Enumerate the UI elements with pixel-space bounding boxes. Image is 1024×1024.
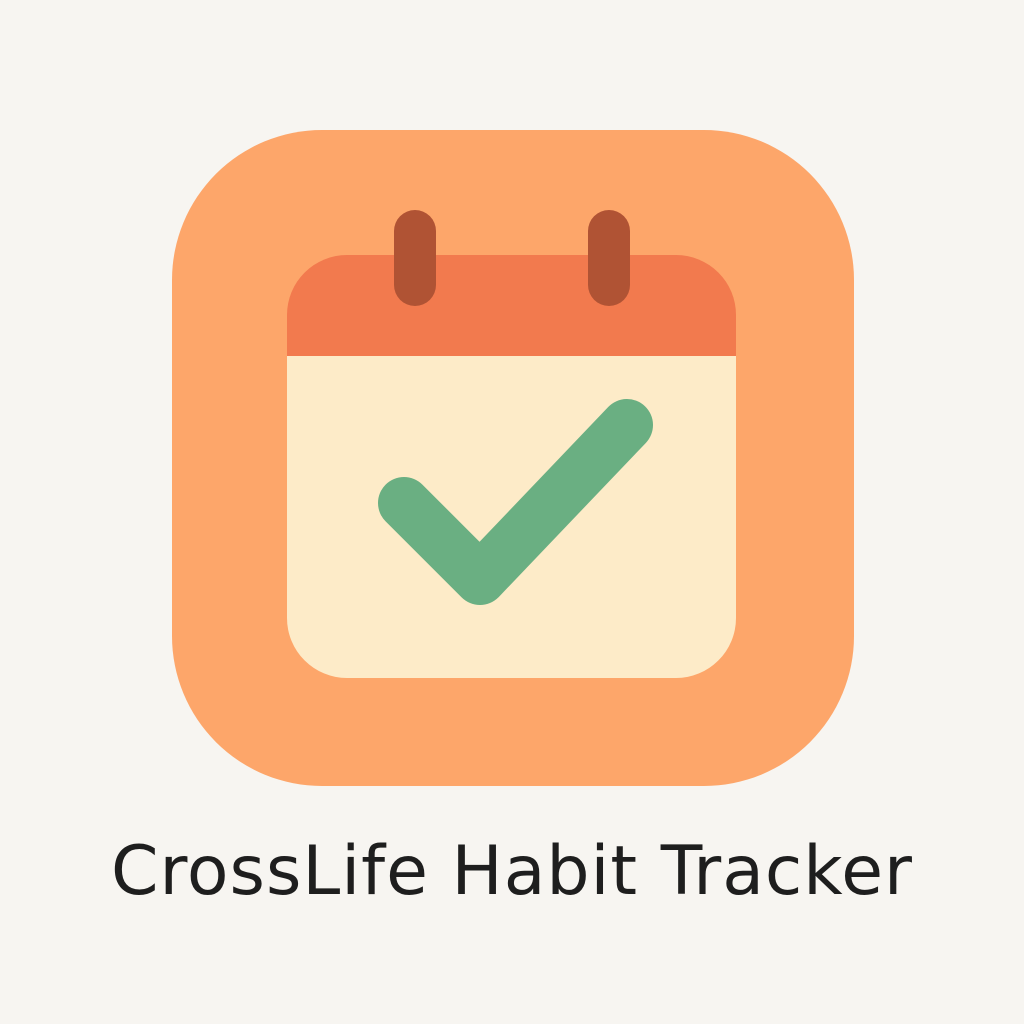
calendar-header bbox=[287, 255, 736, 356]
calendar-check-icon bbox=[287, 210, 736, 678]
app-title: CrossLife Habit Tracker bbox=[110, 832, 913, 911]
calendar-ring-left bbox=[394, 210, 436, 306]
app-icon bbox=[172, 130, 854, 786]
calendar-ring-right bbox=[588, 210, 630, 306]
